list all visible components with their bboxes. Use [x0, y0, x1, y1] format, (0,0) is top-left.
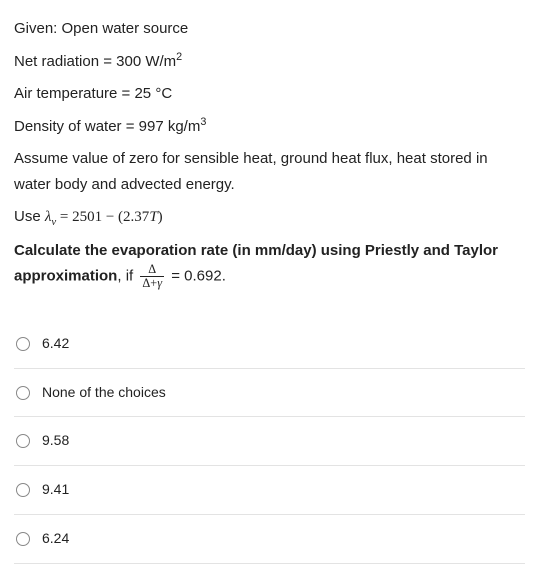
exponent-3: 3 [200, 116, 206, 128]
den-gamma: γ [157, 276, 162, 290]
density-line: Density of water = 997 kg/m3 [14, 114, 525, 140]
option-4[interactable]: 6.24 [14, 515, 525, 564]
option-3[interactable]: 9.41 [14, 466, 525, 515]
air-temp-line: Air temperature = 25 °C [14, 81, 525, 107]
fraction-numerator: Δ [140, 263, 164, 276]
lambda-T: T [149, 209, 157, 225]
options-list: 6.42 None of the choices 9.58 9.41 6.24 [14, 320, 525, 564]
radio-icon [16, 434, 30, 448]
net-radiation-text: Net radiation = 300 W/m [14, 53, 176, 70]
radio-icon [16, 532, 30, 546]
radio-icon [16, 483, 30, 497]
radio-icon [16, 386, 30, 400]
fraction: ΔΔ+γ [140, 263, 164, 290]
den-delta: Δ+ [142, 276, 157, 290]
question-body: Given: Open water source Net radiation =… [14, 16, 525, 290]
density-text: Density of water = 997 kg/m [14, 118, 200, 135]
option-0[interactable]: 6.42 [14, 320, 525, 369]
lambda-line: Use λv = 2501 − (2.37T) [14, 204, 525, 231]
option-label: 6.24 [42, 527, 69, 551]
lambda-eq: = 2501 − (2.37 [56, 209, 149, 225]
fraction-denominator: Δ+γ [140, 276, 164, 290]
lambda-close: ) [158, 209, 163, 225]
calculate-val: = 0.692. [167, 267, 226, 284]
calculate-line: Calculate the evaporation rate (in mm/da… [14, 238, 525, 290]
use-text: Use [14, 208, 45, 225]
option-label: 9.41 [42, 478, 69, 502]
option-label: 6.42 [42, 332, 69, 356]
net-radiation-line: Net radiation = 300 W/m2 [14, 49, 525, 75]
exponent-2: 2 [176, 51, 182, 63]
calculate-bold: Calculate the evaporation rate (in mm/da… [14, 242, 498, 285]
option-label: None of the choices [42, 381, 166, 405]
assume-line: Assume value of zero for sensible heat, … [14, 146, 525, 197]
radio-icon [16, 337, 30, 351]
option-1[interactable]: None of the choices [14, 369, 525, 418]
option-2[interactable]: 9.58 [14, 417, 525, 466]
option-label: 9.58 [42, 429, 69, 453]
calculate-if: , if [117, 267, 137, 284]
given-line: Given: Open water source [14, 16, 525, 42]
